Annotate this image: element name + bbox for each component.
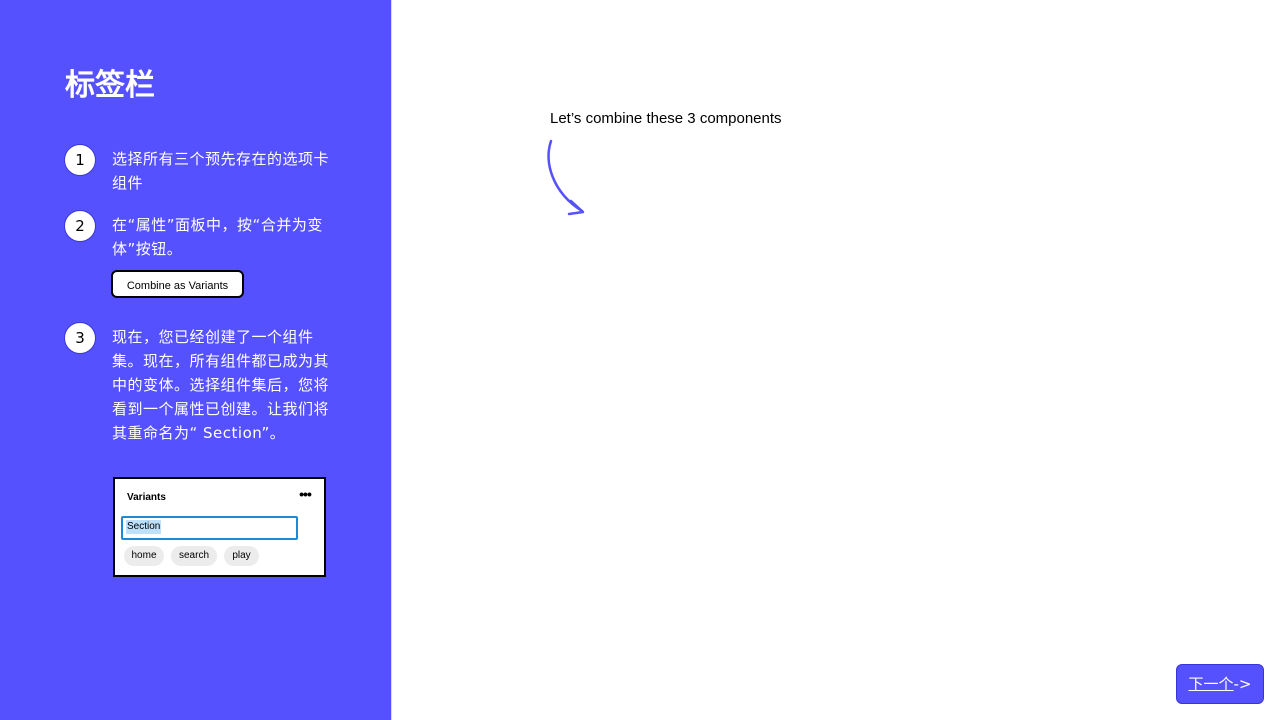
variants-panel-title: Variants: [127, 492, 166, 503]
instruction-sidebar: 标签栏 1 选择所有三个预先存在的选项卡组件 2 在“属性”面板中，按“合并为变…: [0, 0, 391, 720]
step-1-number: 1: [64, 144, 96, 176]
panel-divider: [391, 0, 392, 720]
variant-chip-home[interactable]: home: [124, 546, 164, 566]
canvas-caption: Let’s combine these 3 components: [550, 110, 782, 127]
page-title: 标签栏: [65, 68, 155, 103]
variant-chip-play[interactable]: play: [224, 546, 259, 566]
ellipsis-icon[interactable]: •••: [296, 487, 314, 501]
step-1-text: 选择所有三个预先存在的选项卡组件: [112, 150, 330, 192]
step-2-number: 2: [64, 210, 96, 242]
next-button[interactable]: 下一个->: [1176, 664, 1264, 704]
next-button-arrow: ->: [1233, 675, 1252, 693]
step-2-text: 在“属性”面板中，按“合并为变体”按钮。: [112, 216, 323, 258]
variants-panel: Variants ••• Section home search play: [113, 477, 326, 577]
combine-as-variants-button[interactable]: Combine as Variants: [111, 270, 244, 298]
step-3-text: 现在，您已经创建了一个组件集。现在，所有组件都已成为其中的变体。选择组件集后，您…: [112, 328, 330, 442]
step-3-number: 3: [64, 322, 96, 354]
curved-arrow-icon: [547, 139, 585, 216]
variant-chip-search[interactable]: search: [171, 546, 217, 566]
property-name-selected-text: Section: [126, 520, 162, 534]
next-button-label: 下一个: [1188, 675, 1234, 693]
